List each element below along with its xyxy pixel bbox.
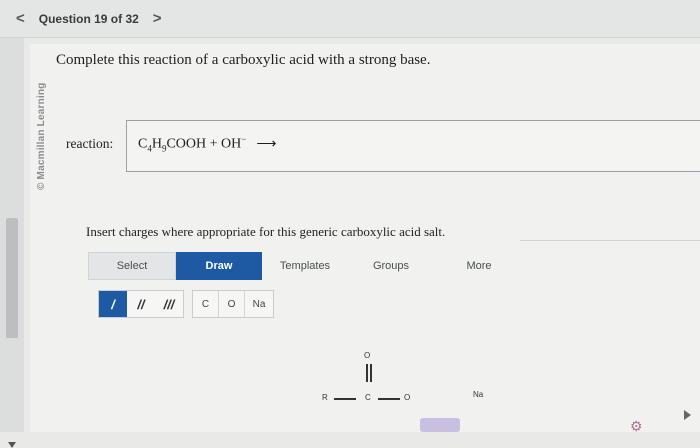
triple-bond-tool[interactable]: /// — [155, 291, 183, 317]
instruction-text: Insert charges where appropriate for thi… — [86, 224, 446, 239]
atom-sodium[interactable]: Na — [473, 390, 483, 399]
double-bond-tool[interactable]: // — [127, 291, 155, 317]
question-number: Question 19 of 32 — [38, 11, 139, 26]
sidebar-collapse-icon[interactable] — [8, 442, 16, 448]
publisher-watermark: © Macmillan Learning — [36, 82, 47, 190]
double-bond-line-2[interactable] — [370, 364, 372, 382]
tab-templates[interactable]: Templates — [262, 252, 348, 280]
divider — [520, 240, 700, 241]
bond-tool-group: / // /// — [98, 290, 184, 318]
sidebar-scroll-thumb[interactable] — [6, 218, 18, 338]
reaction-formula: C4H9COOH + OH− ⟶ — [138, 134, 276, 153]
atom-tool-group: C O Na — [192, 290, 274, 318]
drawing-tabs: Select Draw Templates Groups More — [88, 252, 524, 280]
double-bond-line-1[interactable] — [366, 364, 368, 382]
atom-carbon[interactable]: C — [365, 393, 371, 402]
settings-gear-icon[interactable]: ⚙ — [630, 418, 643, 435]
tab-groups[interactable]: Groups — [348, 252, 434, 280]
single-bond-tool[interactable]: / — [99, 291, 127, 317]
carbon-atom-tool[interactable]: C — [193, 291, 219, 317]
reaction-label: reaction: — [66, 136, 114, 151]
atom-oxygen-top[interactable]: O — [364, 351, 370, 360]
taskbar-icons — [420, 418, 460, 432]
expand-arrow-icon[interactable] — [684, 410, 691, 420]
question-header: < Question 19 of 32 > — [0, 0, 700, 38]
formula-cooh-oh: COOH + OH — [166, 136, 242, 152]
question-text: Complete this reaction of a carboxylic a… — [56, 52, 431, 68]
tab-more[interactable]: More — [434, 252, 524, 280]
formula-carbon: C — [138, 136, 148, 152]
reaction-arrow-icon: ⟶ — [256, 136, 277, 152]
drawing-toolbar: / // /// C O Na — [98, 290, 274, 318]
atom-r[interactable]: R — [322, 393, 328, 402]
oxygen-atom-tool[interactable]: O — [219, 291, 245, 317]
tab-select[interactable]: Select — [88, 252, 176, 280]
tab-draw[interactable]: Draw — [176, 252, 262, 280]
left-sidebar — [0, 38, 24, 448]
formula-hydrogen: H — [151, 136, 162, 152]
formula-charge: − — [241, 134, 247, 144]
next-question-button[interactable]: > — [145, 10, 170, 27]
prev-question-button[interactable]: < — [8, 10, 33, 27]
sodium-atom-tool[interactable]: Na — [245, 291, 273, 317]
atom-oxygen-right[interactable]: O — [404, 393, 410, 402]
single-bond-c-o[interactable] — [378, 398, 400, 400]
single-bond-r-c[interactable] — [334, 398, 356, 400]
